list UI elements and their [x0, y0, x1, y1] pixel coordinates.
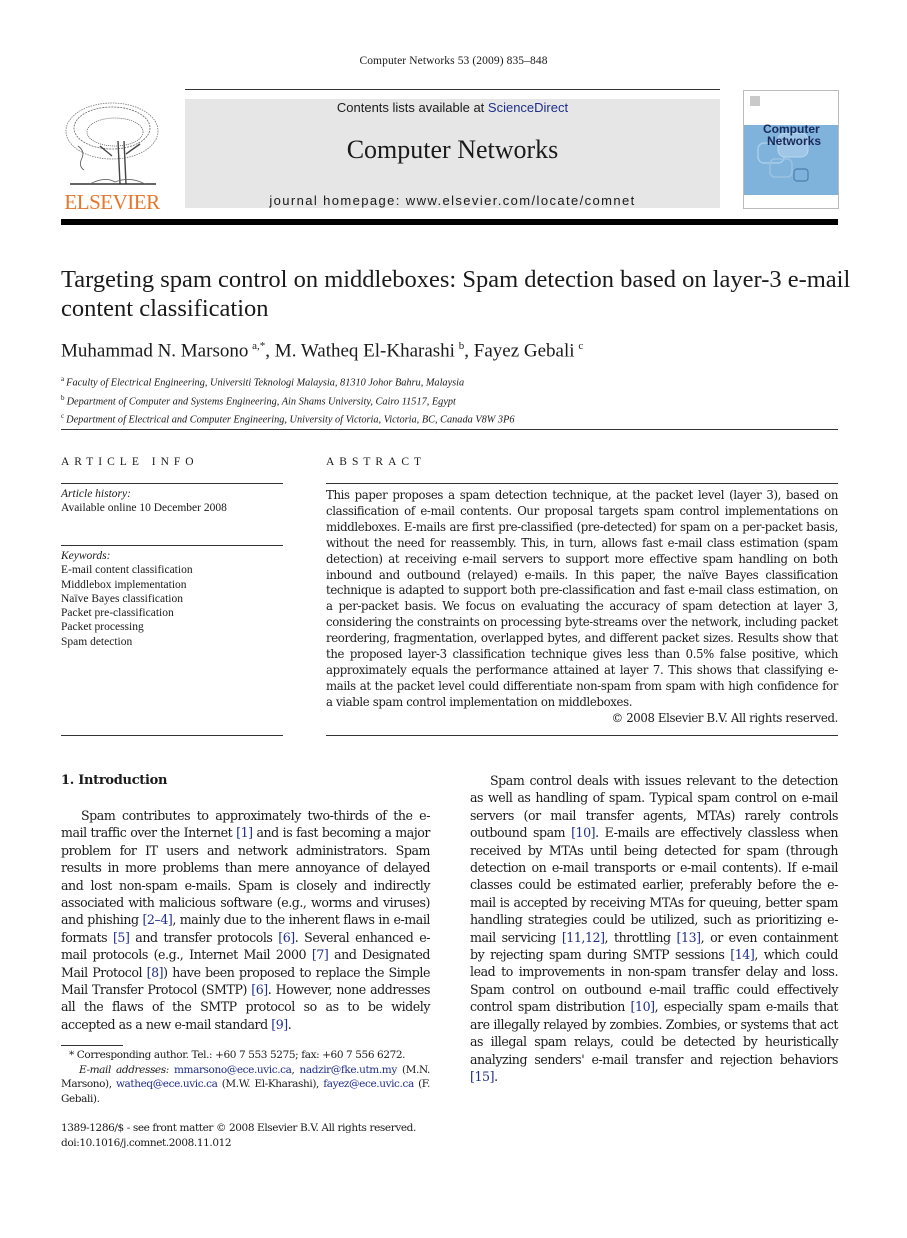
- affiliation-mark: a: [61, 375, 65, 383]
- body-text: .: [494, 1068, 498, 1084]
- affiliation-text: Faculty of Electrical Engineering, Unive…: [66, 377, 465, 389]
- masthead-bottom-rule: [61, 219, 838, 225]
- contents-line: Contents lists available at ScienceDirec…: [185, 100, 720, 115]
- front-matter: 1389-1286/$ - see front matter © 2008 El…: [61, 1121, 430, 1150]
- affiliation: c Department of Electrical and Computer …: [61, 409, 515, 428]
- keyword-item: E-mail content classification: [61, 564, 193, 577]
- author-affil-mark[interactable]: a,*: [252, 340, 265, 352]
- keyword-item: Spam detection: [61, 635, 133, 648]
- divider: [61, 545, 283, 546]
- citation-link[interactable]: [6]: [251, 982, 268, 997]
- journal-title: Computer Networks: [346, 135, 559, 164]
- intro-paragraph-2: Spam control deals with issues relevant …: [470, 772, 838, 1085]
- citation-link[interactable]: [14]: [730, 947, 755, 962]
- keyword-item: Packet pre-classification: [61, 607, 174, 620]
- citation-link[interactable]: [5]: [113, 930, 130, 945]
- email-addresses: E-mail addresses: mmarsono@ece.uvic.ca, …: [61, 1063, 430, 1107]
- abstract-text: This paper proposes a spam detection tec…: [326, 488, 838, 709]
- citation-link[interactable]: [2–4]: [142, 912, 172, 927]
- abstract-copyright: © 2008 Elsevier B.V. All rights reserved…: [611, 711, 839, 725]
- history-value: Available online 10 December 2008: [61, 502, 227, 515]
- affiliation: a Faculty of Electrical Engineering, Uni…: [61, 372, 515, 391]
- divider: [326, 735, 838, 736]
- email-link[interactable]: mmarsono@ece.uvic.ca: [174, 1064, 292, 1076]
- article-info-heading: ARTICLE INFO: [61, 456, 199, 468]
- citation-link[interactable]: [11,12]: [562, 930, 605, 945]
- body-text: .: [287, 1016, 292, 1032]
- keywords-block: Keywords: E-mail content classification …: [61, 549, 193, 649]
- affiliation: b Department of Computer and Systems Eng…: [61, 391, 515, 410]
- citation-link[interactable]: [1]: [236, 825, 253, 840]
- affiliation-text: Department of Computer and Systems Engin…: [66, 396, 456, 408]
- running-head: Computer Networks 53 (2009) 835–848: [359, 55, 548, 67]
- email-link[interactable]: nadzir@fke.utm.my: [300, 1064, 398, 1076]
- sciencedirect-link[interactable]: ScienceDirect: [488, 100, 568, 115]
- cover-publisher-icon: [750, 96, 760, 106]
- body-text: and transfer protocols: [129, 929, 279, 945]
- author-affil-mark[interactable]: b: [459, 340, 465, 352]
- author-affil-mark[interactable]: c: [578, 340, 583, 352]
- citation-link[interactable]: [10]: [571, 825, 596, 840]
- affiliation-mark: b: [61, 393, 65, 402]
- citation-link[interactable]: [15]: [470, 1069, 495, 1084]
- affiliations: a Faculty of Electrical Engineering, Uni…: [61, 372, 515, 428]
- section-heading-introduction: 1. Introduction: [61, 773, 168, 788]
- author-name: M. Watheq El-Kharashi: [274, 340, 455, 362]
- citation-link[interactable]: [9]: [271, 1017, 288, 1032]
- citation-link[interactable]: [6]: [278, 930, 295, 945]
- keywords-label: Keywords:: [61, 550, 111, 562]
- citation-link[interactable]: [8]: [147, 965, 164, 980]
- keyword-item: Middlebox implementation: [61, 578, 187, 591]
- keyword-item: Naïve Bayes classification: [61, 592, 183, 605]
- cover-title: Computer Networks: [763, 123, 821, 147]
- elsevier-wordmark: ELSEVIER: [64, 190, 160, 214]
- history-label: Article history:: [61, 488, 131, 500]
- corresponding-author-note: * Corresponding author. Tel.: +60 7 553 …: [69, 1049, 406, 1061]
- abstract-heading: ABSTRACT: [326, 456, 427, 468]
- intro-paragraph-1: Spam contributes to approximately two-th…: [61, 807, 430, 1033]
- journal-homepage-link[interactable]: journal homepage: www.elsevier.com/locat…: [185, 193, 720, 208]
- author-name: Fayez Gebali: [473, 340, 575, 362]
- divider: [61, 429, 838, 430]
- citation-link[interactable]: [7]: [312, 947, 329, 962]
- email-link[interactable]: fayez@ece.uvic.ca: [323, 1078, 414, 1090]
- contents-prefix: Contents lists available at: [336, 100, 488, 115]
- email-owner-text: ,: [291, 1063, 300, 1076]
- issn-line: 1389-1286/$ - see front matter © 2008 El…: [61, 1122, 416, 1134]
- divider: [326, 483, 838, 484]
- citation-link[interactable]: [10]: [631, 999, 656, 1014]
- author-list: Muhammad N. Marsono a,*, M. Watheq El-Kh…: [61, 340, 584, 362]
- paper-title: Targeting spam control on middleboxes: S…: [61, 266, 851, 322]
- journal-cover-thumbnail: Computer Networks: [743, 90, 839, 209]
- doi-line[interactable]: doi:10.1016/j.comnet.2008.11.012: [61, 1136, 430, 1151]
- affiliation-mark: c: [61, 412, 65, 421]
- affiliation-text: Department of Electrical and Computer En…: [66, 414, 515, 426]
- footnote-rule: [61, 1045, 123, 1046]
- footnote: * Corresponding author. Tel.: +60 7 553 …: [61, 1048, 430, 1106]
- email-label: E-mail addresses:: [79, 1063, 169, 1076]
- author-name: Muhammad N. Marsono: [61, 340, 249, 362]
- divider: [61, 483, 283, 484]
- citation-link[interactable]: [13]: [677, 930, 702, 945]
- body-text: , throttling: [604, 929, 677, 945]
- journal-masthead: Contents lists available at ScienceDirec…: [185, 99, 720, 208]
- cover-title-line2: Networks: [767, 134, 822, 148]
- divider: [61, 735, 283, 736]
- keyword-item: Packet processing: [61, 621, 144, 634]
- email-owner-text: (M.W. El-Kharashi),: [217, 1078, 324, 1090]
- masthead-top-rule: [185, 89, 720, 90]
- body-text: . E-mails are effectively classless when…: [470, 825, 839, 945]
- email-link[interactable]: watheq@ece.uvic.ca: [116, 1078, 218, 1090]
- article-history: Article history: Available online 10 Dec…: [61, 487, 227, 516]
